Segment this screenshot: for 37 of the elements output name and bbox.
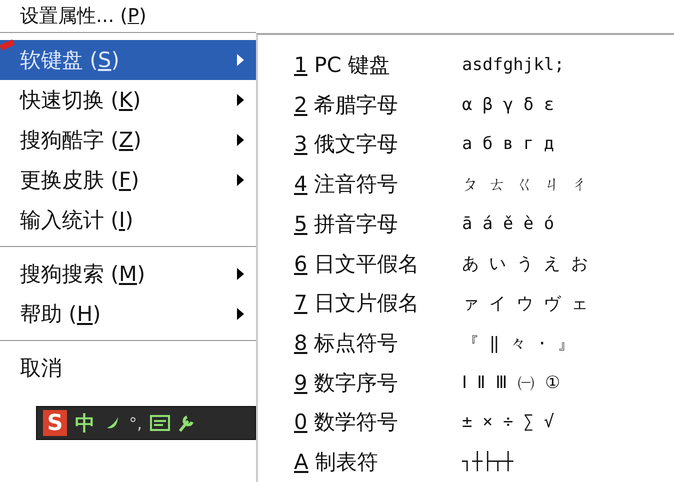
character-sample: α β γ δ ε [462, 94, 554, 115]
menu-item[interactable]: 2 希腊字母 [294, 90, 462, 119]
menu-item[interactable]: 3 俄文字母 [294, 130, 462, 158]
keyboard-icon[interactable] [150, 415, 170, 431]
menu-item[interactable]: 快速切换 (K) [0, 80, 256, 120]
logo[interactable]: S [43, 410, 67, 436]
menu-item[interactable]: 输入统计 (I) [0, 200, 256, 240]
mode-toggle[interactable]: 中 [75, 410, 95, 436]
menu-item[interactable]: 8 标点符号 [294, 329, 462, 357]
menu-item[interactable]: 软键盘 (S) [0, 40, 256, 80]
menu-item[interactable]: 设置属性... (P) [20, 6, 146, 26]
menu-item[interactable]: 4 注音符号 [294, 170, 462, 198]
menu-item[interactable]: 9 数字序号 [294, 368, 462, 397]
menu-item[interactable]: 更换皮肤 (F) [0, 160, 256, 200]
character-sample: ± × ÷ ∑ √ [462, 412, 554, 432]
punctuation-toggle[interactable]: °, [129, 414, 142, 432]
character-sample: asdfghjkl; [462, 54, 564, 75]
wrench-icon[interactable] [178, 414, 194, 432]
pen-stroke [0, 39, 15, 51]
character-sample: 『 ‖ 々 · 』 [462, 332, 574, 354]
menu-item[interactable]: 6 日文平假名 [294, 250, 462, 278]
character-sample: Ⅰ Ⅱ Ⅲ ㈠ ① [462, 372, 560, 394]
character-sample: а б в г д [462, 134, 554, 154]
character-sample: ァ イ ウ ヴ ェ [462, 292, 588, 315]
menu-item[interactable]: 1 PC 键盘 [294, 50, 462, 79]
menu-item[interactable]: 0 数学符号 [294, 408, 462, 436]
menu-item[interactable]: 搜狗酷字 (Z) [0, 120, 256, 160]
character-sample: あ い う え お [462, 253, 588, 276]
menu-item[interactable]: 7 日文片假名 [294, 289, 462, 318]
character-sample: ā á ě è ó [462, 214, 554, 234]
menu-item[interactable]: 取消 [0, 348, 256, 388]
character-sample: ㄆ ㄊ ㄍ ㄐ ㄔ [462, 174, 588, 196]
menu-item[interactable]: 帮助 (H) [0, 294, 256, 334]
character-sample: ┐┼├┬┼ [462, 452, 514, 472]
menu-item[interactable]: 搜狗搜索 (M) [0, 254, 256, 294]
menu-item[interactable]: 5 拼音字母 [294, 210, 462, 238]
menu-item[interactable]: A 制表符 [294, 448, 462, 476]
